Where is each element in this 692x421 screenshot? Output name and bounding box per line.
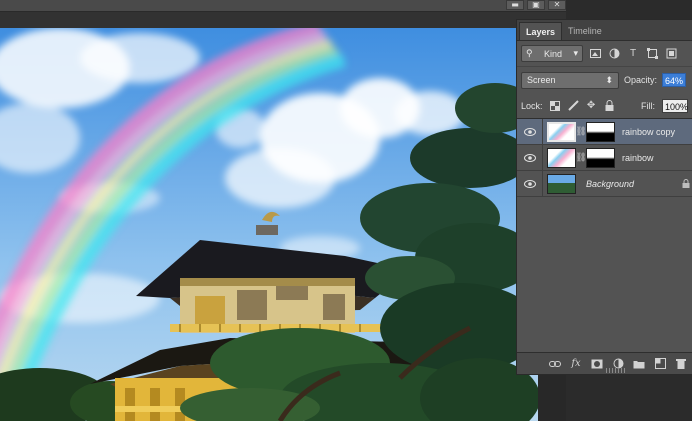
mask-link-icon[interactable]: ⛓ — [575, 148, 586, 168]
lock-label: Lock: — [521, 100, 543, 111]
fill-field[interactable]: 100% — [662, 98, 688, 113]
document-canvas[interactable] — [0, 28, 538, 421]
layer-thumbnail[interactable] — [547, 121, 576, 142]
layer-row-rainbow[interactable]: ⛓ rainbow — [517, 144, 692, 171]
close-button[interactable]: ✕ — [548, 0, 566, 10]
lock-brush-icon[interactable] — [567, 100, 579, 111]
layers-panel-footer: fx — [517, 352, 692, 374]
kind-select-label: Kind — [544, 48, 563, 59]
type-filter-icon[interactable]: T — [626, 47, 640, 61]
blend-stepper-icon: ⬍ — [605, 74, 613, 85]
document-title-bar — [0, 0, 566, 12]
layers-panel: Layers Timeline ⚲ Kind ▾ T Screen ⬍ Opac… — [516, 19, 692, 375]
layer-list: ⛓ rainbow copy ⛓ rainbow Background — [517, 118, 692, 267]
layer-lock-icon — [682, 179, 690, 188]
layer-filter-row: ⚲ Kind ▾ T — [517, 41, 692, 67]
visibility-eye-icon[interactable] — [517, 170, 543, 197]
filter-kind-select[interactable]: ⚲ Kind ▾ — [521, 45, 583, 62]
layer-row-background[interactable]: Background — [517, 170, 692, 197]
visibility-eye-icon[interactable] — [517, 118, 543, 145]
link-layers-icon[interactable] — [549, 358, 561, 370]
new-layer-icon[interactable] — [654, 358, 666, 370]
tab-timeline[interactable]: Timeline — [562, 22, 608, 40]
search-icon: ⚲ — [526, 48, 533, 58]
layer-mask-thumbnail[interactable] — [586, 147, 615, 168]
opacity-field[interactable]: 64% — [662, 73, 687, 87]
canvas-photo — [0, 28, 538, 421]
blend-mode-value: Screen — [527, 75, 556, 85]
layer-name: Background — [586, 178, 635, 189]
maximize-button[interactable]: ▣ — [527, 0, 545, 10]
mask-link-icon[interactable]: ⛓ — [575, 122, 586, 142]
layer-mask-thumbnail[interactable] — [586, 121, 615, 142]
lock-row: Lock: ✥ Fill: 100% — [517, 93, 692, 119]
tab-layers[interactable]: Layers — [519, 22, 563, 40]
add-mask-icon[interactable] — [591, 358, 603, 370]
minimize-button[interactable]: ▬ — [506, 0, 524, 10]
lock-transparency-icon[interactable] — [550, 100, 561, 111]
lock-move-icon[interactable]: ✥ — [586, 100, 597, 111]
panel-tabs: Layers Timeline — [517, 20, 692, 41]
layer-row-rainbow-copy[interactable]: ⛓ rainbow copy — [517, 118, 692, 145]
document-window-controls: ▬ ▣ ✕ — [506, 0, 566, 12]
fill-label: Fill: — [641, 100, 655, 111]
blend-mode-select[interactable]: Screen ⬍ — [521, 71, 619, 89]
chevron-down-icon: ▾ — [573, 48, 578, 58]
shape-filter-icon[interactable] — [645, 47, 659, 61]
opacity-label: Opacity: — [624, 75, 658, 85]
delete-layer-icon[interactable] — [675, 358, 687, 370]
photoshop-window: ▬ ▣ ✕ Layers Timeline ⚲ Kind ▾ T Screen … — [0, 0, 692, 421]
panel-resize-grip[interactable] — [606, 368, 626, 373]
adjustment-filter-icon[interactable] — [607, 47, 621, 61]
blend-row: Screen ⬍ Opacity: 64% — [517, 67, 692, 93]
visibility-eye-icon[interactable] — [517, 144, 543, 171]
image-filter-icon[interactable] — [588, 47, 602, 61]
smart-object-filter-icon[interactable] — [664, 47, 678, 61]
layer-thumbnail[interactable] — [547, 147, 576, 168]
new-group-icon[interactable] — [633, 358, 645, 370]
layer-name: rainbow — [622, 152, 654, 163]
layer-style-fx-icon[interactable]: fx — [570, 358, 582, 370]
layer-thumbnail[interactable] — [547, 173, 576, 194]
lock-all-icon[interactable] — [604, 100, 615, 111]
layer-name: rainbow copy — [622, 126, 676, 137]
